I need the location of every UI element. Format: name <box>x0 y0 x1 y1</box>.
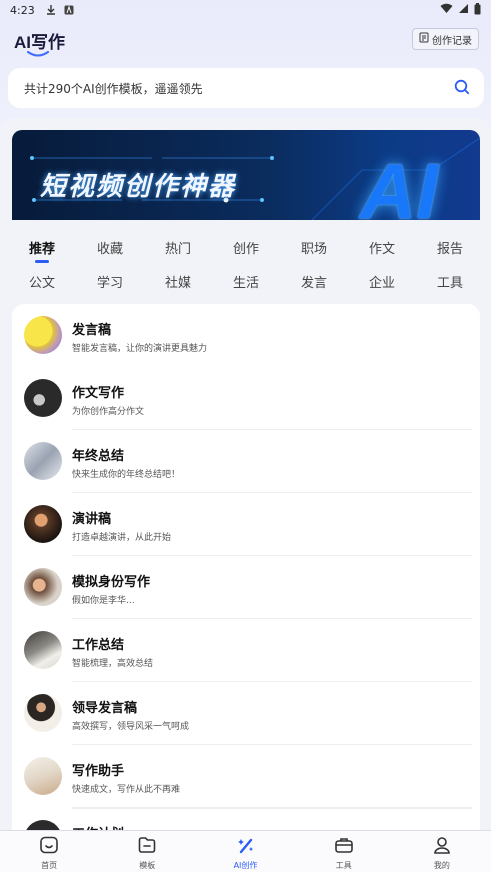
download-icon <box>45 4 57 16</box>
nav-label: 我的 <box>433 861 450 870</box>
bottom-navigation: 首页 模板 AI创作 工具 我的 <box>0 830 491 872</box>
nav-templates[interactable]: 模板 <box>98 831 196 872</box>
nav-label: 工具 <box>335 861 352 870</box>
divider <box>72 808 472 809</box>
tab-enterprise[interactable]: 企业 <box>362 272 402 291</box>
template-title: 作文写作 <box>72 386 125 401</box>
template-title: 演讲稿 <box>72 512 112 527</box>
nav-label: 首页 <box>41 861 58 870</box>
template-description: 智能发言稿，让你的演讲更具魅力 <box>72 344 208 354</box>
category-row-1: 推荐 收藏 热门 创作 职场 作文 报告 <box>0 238 491 266</box>
magic-wand-icon <box>236 836 256 858</box>
list-item[interactable]: 领导发言稿 高效撰写，领导风采一气呵成 <box>12 682 480 745</box>
tab-recommend[interactable]: 推荐 <box>22 238 62 263</box>
tab-speech[interactable]: 发言 <box>294 272 334 291</box>
list-item[interactable]: 工作总结 智能梳理，高效总结 <box>12 619 480 682</box>
nav-ai-creation[interactable]: AI创作 <box>196 831 294 872</box>
document-icon <box>419 32 429 46</box>
category-row-2: 公文 学习 社媒 生活 发言 企业 工具 <box>0 272 491 300</box>
notification-a-icon <box>63 4 75 16</box>
list-item[interactable]: 演讲稿 打造卓越演讲，从此开始 <box>12 493 480 556</box>
battery-icon <box>474 2 481 18</box>
list-item[interactable]: 发言稿 智能发言稿，让你的演讲更具魅力 <box>12 304 480 367</box>
home-icon <box>39 836 59 858</box>
template-description: 高效撰写，领导风采一气呵成 <box>72 722 190 732</box>
banner-title: 短视频创作神器 <box>40 172 237 202</box>
app-screen: 4:23 AI写作 创作记录 共计290个AI创作模板，遥遥领先 短视频创作神器… <box>0 0 491 872</box>
tab-creation[interactable]: 创作 <box>226 238 266 257</box>
signal-icon <box>458 3 469 17</box>
list-item[interactable]: 年终总结 快来生成你的年终总结吧！ <box>12 430 480 493</box>
template-thumbnail <box>24 379 62 417</box>
app-logo: AI写作 <box>14 33 65 52</box>
banner-ai-graphic: AI <box>360 147 438 220</box>
search-placeholder: 共计290个AI创作模板，遥遥领先 <box>24 81 203 96</box>
user-icon <box>432 836 452 858</box>
tab-tools[interactable]: 工具 <box>430 272 470 291</box>
template-title: 工作总结 <box>72 638 125 653</box>
list-item[interactable]: 写作助手 快速成文，写作从此不再难 <box>12 745 480 808</box>
status-time: 4:23 <box>10 3 35 17</box>
promo-banner[interactable]: 短视频创作神器 AI <box>12 130 480 220</box>
template-thumbnail <box>24 757 62 795</box>
template-thumbnail <box>24 694 62 732</box>
tab-official-docs[interactable]: 公文 <box>22 272 62 291</box>
list-item[interactable]: 作文写作 为你创作高分作文 <box>12 367 480 430</box>
template-title: 年终总结 <box>72 449 125 464</box>
template-title: 模拟身份写作 <box>72 575 151 590</box>
history-label: 创作记录 <box>432 35 472 47</box>
nav-tools[interactable]: 工具 <box>295 831 393 872</box>
search-bar[interactable]: 共计290个AI创作模板，遥遥领先 <box>8 68 484 108</box>
nav-label: 模板 <box>139 861 156 870</box>
template-description: 为你创作高分作文 <box>72 407 145 417</box>
tab-popular[interactable]: 热门 <box>158 238 198 257</box>
template-thumbnail <box>24 442 62 480</box>
wifi-icon <box>440 3 453 17</box>
folder-icon <box>137 836 157 858</box>
tab-social-media[interactable]: 社媒 <box>158 272 198 291</box>
tab-essay[interactable]: 作文 <box>362 238 402 257</box>
search-icon[interactable] <box>454 79 470 98</box>
template-list: 发言稿 智能发言稿，让你的演讲更具魅力 作文写作 为你创作高分作文 年终总结 快… <box>12 304 480 844</box>
tab-life[interactable]: 生活 <box>226 272 266 291</box>
status-bar: 4:23 <box>0 0 491 20</box>
template-title: 发言稿 <box>72 323 112 338</box>
nav-label: AI创作 <box>233 861 258 870</box>
template-description: 快速成文，写作从此不再难 <box>72 785 181 795</box>
tab-workplace[interactable]: 职场 <box>294 238 334 257</box>
app-header: AI写作 创作记录 <box>0 24 491 60</box>
template-thumbnail <box>24 505 62 543</box>
template-thumbnail <box>24 568 62 606</box>
toolbox-icon <box>334 836 354 858</box>
template-description: 打造卓越演讲，从此开始 <box>72 533 172 543</box>
nav-profile[interactable]: 我的 <box>393 831 491 872</box>
template-thumbnail <box>24 631 62 669</box>
nav-home[interactable]: 首页 <box>0 831 98 872</box>
template-title: 写作助手 <box>72 764 125 779</box>
creation-history-button[interactable]: 创作记录 <box>412 28 479 50</box>
tab-report[interactable]: 报告 <box>430 238 470 257</box>
template-description: 快来生成你的年终总结吧！ <box>72 470 181 480</box>
list-item[interactable]: 模拟身份写作 假如你是李华... <box>12 556 480 619</box>
template-description: 智能梳理，高效总结 <box>72 659 154 669</box>
tab-study[interactable]: 学习 <box>90 272 130 291</box>
template-title: 领导发言稿 <box>72 701 138 716</box>
template-description: 假如你是李华... <box>72 596 135 606</box>
logo-smile-icon <box>27 51 49 57</box>
tab-favorites[interactable]: 收藏 <box>90 238 130 257</box>
template-thumbnail <box>24 316 62 354</box>
status-right <box>440 2 481 18</box>
